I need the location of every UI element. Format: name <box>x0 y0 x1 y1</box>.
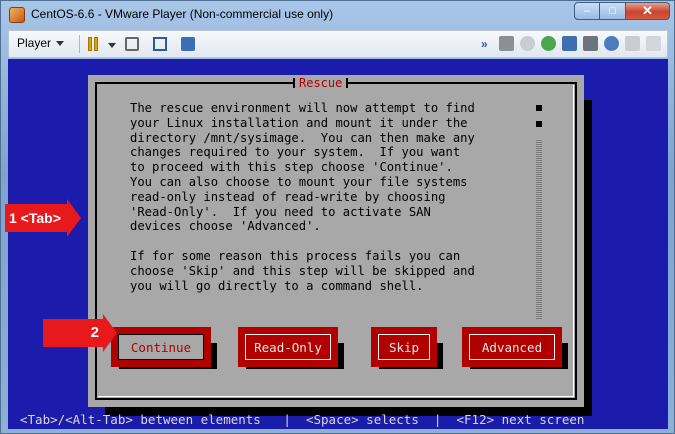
network-adapter-icon[interactable] <box>562 36 577 51</box>
chevron-down-icon[interactable] <box>108 43 116 48</box>
continue-button-label: Continue <box>118 334 204 360</box>
rescue-dialog: Rescue The rescue environment will now a… <box>88 75 584 407</box>
close-button[interactable]: ✕ <box>626 2 670 20</box>
player-menu[interactable]: Player <box>17 36 65 50</box>
console-status-line: <Tab>/<Alt-Tab> between elements | <Spac… <box>20 412 585 427</box>
dialog-title: Rescue <box>293 75 349 91</box>
more-devices-icon[interactable]: » <box>481 37 493 51</box>
toolbar: Player » <box>8 30 668 58</box>
hard-disk-icon[interactable] <box>499 36 514 51</box>
read-only-button[interactable]: Read-Only <box>238 327 338 367</box>
vmware-window: CentOS-6.6 - VMware Player (Non-commerci… <box>0 0 675 434</box>
cd-dvd-icon[interactable] <box>520 36 535 51</box>
scroll-up-icon[interactable] <box>536 121 542 127</box>
maximize-icon: □ <box>609 5 616 17</box>
annotation-arrow-step-1: 1 <Tab> <box>5 199 81 237</box>
sound-icon[interactable] <box>604 36 619 51</box>
scroll-thumb[interactable] <box>536 139 542 319</box>
display-icon[interactable] <box>625 36 640 51</box>
window-title: CentOS-6.6 - VMware Player (Non-commerci… <box>31 7 334 21</box>
network-icon[interactable] <box>125 37 139 51</box>
toolbar-divider <box>79 35 80 53</box>
skip-button[interactable]: Skip <box>371 327 437 367</box>
maximize-button[interactable]: □ <box>600 2 626 20</box>
skip-button-label: Skip <box>378 334 430 360</box>
printer-icon[interactable] <box>583 36 598 51</box>
title-bar[interactable]: CentOS-6.6 - VMware Player (Non-commerci… <box>1 1 674 29</box>
player-menu-label: Player <box>17 36 52 50</box>
vmware-app-icon <box>9 7 25 23</box>
usb-icon[interactable] <box>541 36 556 51</box>
dialog-body-text: The rescue environment will now attempt … <box>130 101 475 293</box>
advanced-button[interactable]: Advanced <box>462 327 562 367</box>
read-only-button-label: Read-Only <box>245 334 331 360</box>
message-log-icon[interactable] <box>646 36 661 51</box>
minimize-icon: – <box>583 5 591 17</box>
device-icons: » <box>481 36 661 51</box>
chevron-down-icon <box>56 40 65 46</box>
advanced-button-label: Advanced <box>469 334 555 360</box>
vm-console[interactable]: Rescue The rescue environment will now a… <box>8 59 668 429</box>
scroll-up-icon[interactable] <box>536 105 542 111</box>
unity-icon[interactable] <box>181 37 195 51</box>
dialog-scrollbar[interactable] <box>536 105 542 337</box>
fullscreen-icon[interactable] <box>153 37 167 51</box>
pause-icon[interactable] <box>88 37 102 51</box>
annotation-arrow-step-2: 2 <box>43 314 117 352</box>
continue-button[interactable]: Continue <box>111 327 211 367</box>
close-icon: ✕ <box>642 3 653 18</box>
window-controls: – □ ✕ <box>574 2 670 21</box>
minimize-button[interactable]: – <box>574 2 600 20</box>
